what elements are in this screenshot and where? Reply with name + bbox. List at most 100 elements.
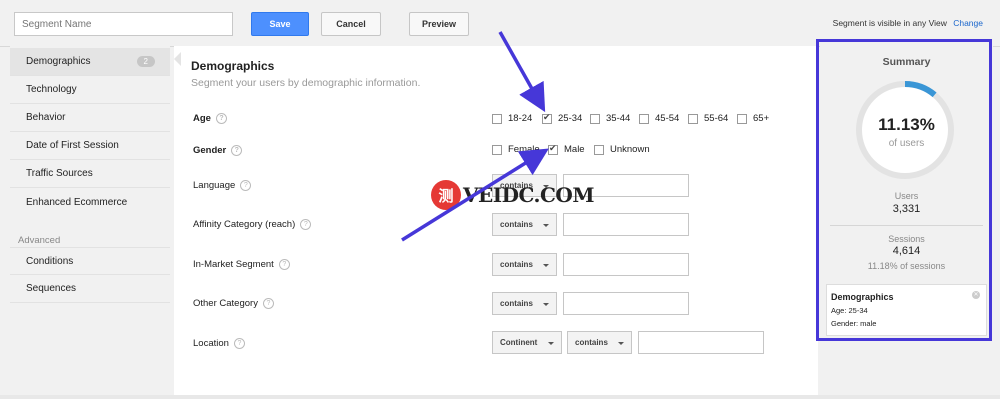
- bottom-scrollbar[interactable]: [0, 395, 1000, 399]
- chevron-down-icon: [543, 264, 549, 267]
- gender-option-female[interactable]: Female: [492, 144, 540, 155]
- sidebar-item-label: Sequences: [26, 283, 77, 294]
- gender-label: Gender ?: [193, 145, 243, 156]
- select-value: Continent: [500, 338, 538, 347]
- checkbox[interactable]: [590, 113, 600, 124]
- help-icon[interactable]: ?: [240, 180, 252, 191]
- segment-category-sidebar: Demographics 2 Technology Behavior Date …: [10, 46, 170, 396]
- sidebar-item-label: Traffic Sources: [26, 168, 93, 179]
- visibility-note: Segment is visible in any View Change: [833, 18, 983, 28]
- location-operator-select[interactable]: contains: [567, 331, 632, 354]
- chevron-down-icon: [543, 303, 549, 306]
- help-icon[interactable]: ?: [215, 113, 227, 124]
- age-option-65-plus[interactable]: 65+: [737, 113, 769, 124]
- option-label: Male: [564, 144, 585, 155]
- sidebar-item-conditions[interactable]: Conditions: [10, 247, 170, 275]
- option-label: 45-54: [655, 113, 680, 124]
- sidebar-item-demographics[interactable]: Demographics 2: [10, 48, 170, 76]
- select-value: contains: [500, 299, 533, 308]
- visibility-text: Segment is visible in any View: [832, 18, 947, 28]
- sidebar-item-behavior[interactable]: Behavior: [10, 104, 170, 132]
- checkbox[interactable]: [492, 144, 502, 155]
- location-value-input[interactable]: [638, 331, 764, 354]
- sidebar-item-label: Enhanced Ecommerce: [26, 196, 128, 208]
- option-label: 55-64: [704, 113, 729, 124]
- count-badge: 2: [136, 56, 155, 67]
- checkbox[interactable]: [688, 113, 698, 124]
- sidebar-item-enhanced-ecommerce[interactable]: Enhanced Ecommerce: [10, 188, 170, 216]
- option-label: 35-44: [606, 113, 631, 124]
- row-label-text: Other Category: [193, 298, 258, 309]
- checkbox[interactable]: [492, 113, 502, 124]
- help-icon[interactable]: ?: [231, 145, 243, 156]
- row-label-text: Affinity Category (reach): [193, 219, 296, 230]
- affinity-value-input[interactable]: [563, 213, 689, 236]
- age-option-25-34[interactable]: 25-34: [542, 112, 583, 124]
- chevron-down-icon: [543, 224, 549, 227]
- chevron-down-icon: [548, 342, 554, 345]
- sidebar-item-label: Technology: [26, 84, 77, 95]
- checkbox-checked[interactable]: [542, 112, 552, 124]
- other-category-label: Other Category ?: [193, 298, 274, 309]
- row-label-text: Location: [193, 338, 229, 349]
- advanced-heading: Advanced: [18, 235, 61, 246]
- location-scope-select[interactable]: Continent: [492, 331, 562, 354]
- checkbox[interactable]: [737, 113, 747, 124]
- in-market-operator-select[interactable]: contains: [492, 253, 557, 276]
- other-category-value-input[interactable]: [563, 292, 689, 315]
- option-label: Female: [508, 144, 540, 155]
- segment-name-input[interactable]: [14, 12, 233, 36]
- select-value: contains: [500, 220, 533, 229]
- select-value: contains: [575, 338, 608, 347]
- option-label: 65+: [753, 113, 770, 124]
- affinity-operator-select[interactable]: contains: [492, 213, 557, 236]
- checkbox-checked[interactable]: [548, 143, 558, 155]
- location-label: Location ?: [193, 338, 245, 349]
- gender-option-unknown[interactable]: Unknown: [594, 144, 650, 155]
- age-option-35-44[interactable]: 35-44: [590, 113, 630, 124]
- sidebar-item-date-of-first-session[interactable]: Date of First Session: [10, 132, 170, 160]
- sidebar-item-sequences[interactable]: Sequences: [10, 275, 170, 303]
- gender-option-male[interactable]: Male: [548, 143, 585, 155]
- chevron-down-icon: [618, 342, 624, 345]
- save-button[interactable]: Save: [251, 12, 309, 36]
- sidebar-item-traffic-sources[interactable]: Traffic Sources: [10, 160, 170, 188]
- help-icon[interactable]: ?: [300, 219, 312, 230]
- row-label-text: In-Market Segment: [193, 259, 274, 270]
- sidebar-item-label: Date of First Session: [26, 140, 119, 151]
- language-label: Language ?: [193, 180, 252, 191]
- panel-subtitle: Segment your users by demographic inform…: [191, 77, 421, 89]
- checkbox[interactable]: [639, 113, 649, 124]
- panel-title: Demographics: [191, 59, 275, 73]
- sidebar-item-label: Conditions: [26, 255, 74, 267]
- preview-button[interactable]: Preview: [409, 12, 469, 36]
- age-label: Age ?: [193, 113, 227, 124]
- help-icon[interactable]: ?: [278, 259, 290, 270]
- other-category-operator-select[interactable]: contains: [492, 292, 557, 315]
- affinity-label: Affinity Category (reach) ?: [193, 219, 312, 230]
- cancel-button[interactable]: Cancel: [321, 12, 381, 36]
- option-label: 18-24: [508, 113, 533, 124]
- in-market-label: In-Market Segment ?: [193, 259, 290, 270]
- age-option-18-24[interactable]: 18-24: [492, 113, 532, 124]
- gender-label-text: Gender: [193, 145, 227, 156]
- sidebar-item-technology[interactable]: Technology: [10, 76, 170, 104]
- age-option-45-54[interactable]: 45-54: [639, 113, 679, 124]
- select-value: contains: [500, 260, 533, 269]
- age-label-text: Age: [193, 113, 211, 124]
- option-label: Unknown: [610, 144, 650, 155]
- change-link[interactable]: Change: [953, 18, 983, 28]
- sidebar-item-label: Demographics: [26, 56, 91, 67]
- checkbox[interactable]: [594, 144, 604, 155]
- sidebar-item-label: Behavior: [26, 112, 66, 123]
- demographics-panel: Demographics Segment your users by demog…: [174, 46, 818, 396]
- watermark-text: VEIDC.COM: [463, 183, 594, 207]
- help-icon[interactable]: ?: [262, 298, 274, 309]
- in-market-value-input[interactable]: [563, 253, 689, 276]
- help-icon[interactable]: ?: [233, 338, 245, 349]
- watermark-badge: 测: [431, 180, 461, 210]
- age-option-55-64[interactable]: 55-64: [688, 113, 728, 124]
- active-pointer: [174, 52, 181, 66]
- option-label: 25-34: [558, 113, 583, 124]
- summary-highlight-frame: [816, 39, 992, 341]
